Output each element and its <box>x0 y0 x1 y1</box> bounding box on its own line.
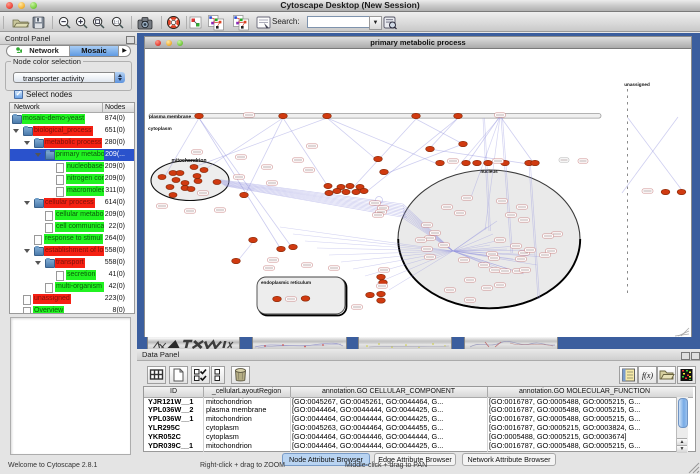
svg-text:mitochondrion: mitochondrion <box>172 158 207 164</box>
svg-text:plasma membrane: plasma membrane <box>149 114 191 120</box>
svg-text:f(x): f(x) <box>642 371 653 380</box>
svg-text:nucleus: nucleus <box>480 169 498 174</box>
svg-text:1:1: 1:1 <box>113 19 120 24</box>
svg-text:unassigned: unassigned <box>624 82 650 87</box>
svg-text:endoplasmic reticulum: endoplasmic reticulum <box>261 280 311 285</box>
svg-text:cytoplasm: cytoplasm <box>148 126 172 132</box>
